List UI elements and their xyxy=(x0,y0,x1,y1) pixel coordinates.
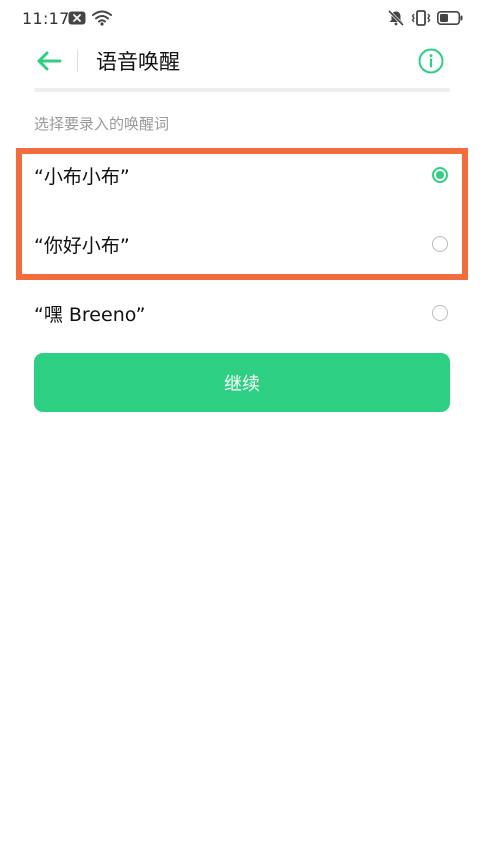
back-arrow-icon[interactable] xyxy=(36,50,62,72)
page-title: 语音唤醒 xyxy=(96,50,180,74)
vibrate-icon xyxy=(411,10,431,26)
option-hei-breeno[interactable]: “嘿 Breeno” xyxy=(34,293,450,333)
option-xiaobu-xiaobu[interactable]: “小布小布” xyxy=(34,155,450,195)
continue-button[interactable]: 继续 xyxy=(34,353,450,412)
wake-word-page: 11:17 语音唤醒 选择要录入的唤醒词 “小布小布” “你好小布” “嘿 Br… xyxy=(0,0,485,861)
status-right-icons xyxy=(387,10,463,26)
battery-icon xyxy=(437,11,463,25)
radio-unselected[interactable] xyxy=(432,305,448,321)
radio-selected[interactable] xyxy=(432,167,448,183)
status-left-icons xyxy=(68,10,112,26)
notification-x-icon xyxy=(68,11,86,25)
radio-unselected[interactable] xyxy=(432,236,448,252)
status-bar: 11:17 xyxy=(0,0,485,38)
option-nihao-xiaobu[interactable]: “你好小布” xyxy=(34,224,450,264)
info-icon[interactable] xyxy=(418,48,444,74)
header-separator xyxy=(34,88,450,92)
header-divider xyxy=(77,50,78,72)
wifi-icon xyxy=(92,10,112,26)
status-time: 11:17 xyxy=(22,9,70,28)
option-label: “小布小布” xyxy=(34,165,130,188)
option-label: “嘿 Breeno” xyxy=(34,303,146,326)
mute-icon xyxy=(387,10,405,26)
header-bar: 语音唤醒 xyxy=(0,38,485,84)
section-label: 选择要录入的唤醒词 xyxy=(34,115,170,133)
option-label: “你好小布” xyxy=(34,234,130,257)
